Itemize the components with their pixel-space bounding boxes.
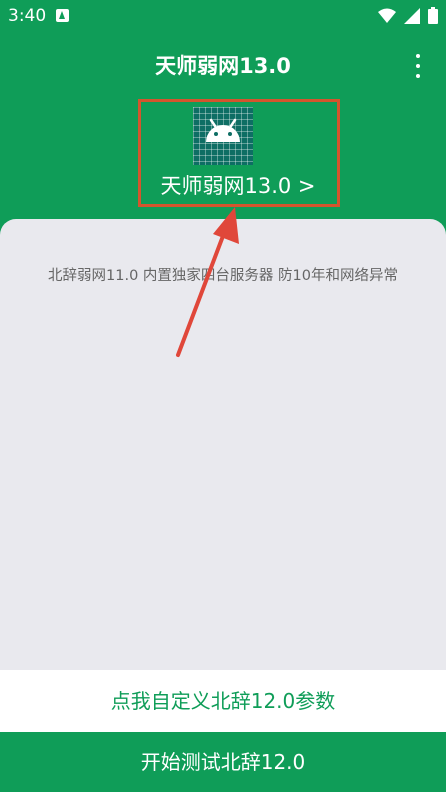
battery-icon — [428, 7, 438, 24]
app-notification-icon — [56, 9, 69, 22]
description-text: 北辞弱网11.0 内置独家四台服务器 防10年和网络异常 — [48, 268, 398, 284]
more-vert-icon[interactable] — [410, 54, 426, 78]
customize-params-button[interactable]: 点我自定义北辞12.0参数 — [0, 670, 446, 732]
start-test-button[interactable]: 开始测试北辞12.0 — [0, 732, 446, 792]
app-name-link[interactable]: 天师弱网13.0 > — [140, 170, 336, 200]
status-bar: 3:40 — [0, 0, 446, 32]
status-time: 3:40 — [8, 6, 47, 26]
content-card: 北辞弱网11.0 内置独家四台服务器 防10年和网络异常 — [0, 219, 446, 670]
android-icon[interactable] — [193, 107, 253, 165]
header-title: 天师弱网13.0 — [155, 54, 291, 78]
cell-signal-icon — [404, 7, 420, 24]
wifi-icon — [378, 8, 396, 23]
status-icons — [378, 7, 438, 24]
